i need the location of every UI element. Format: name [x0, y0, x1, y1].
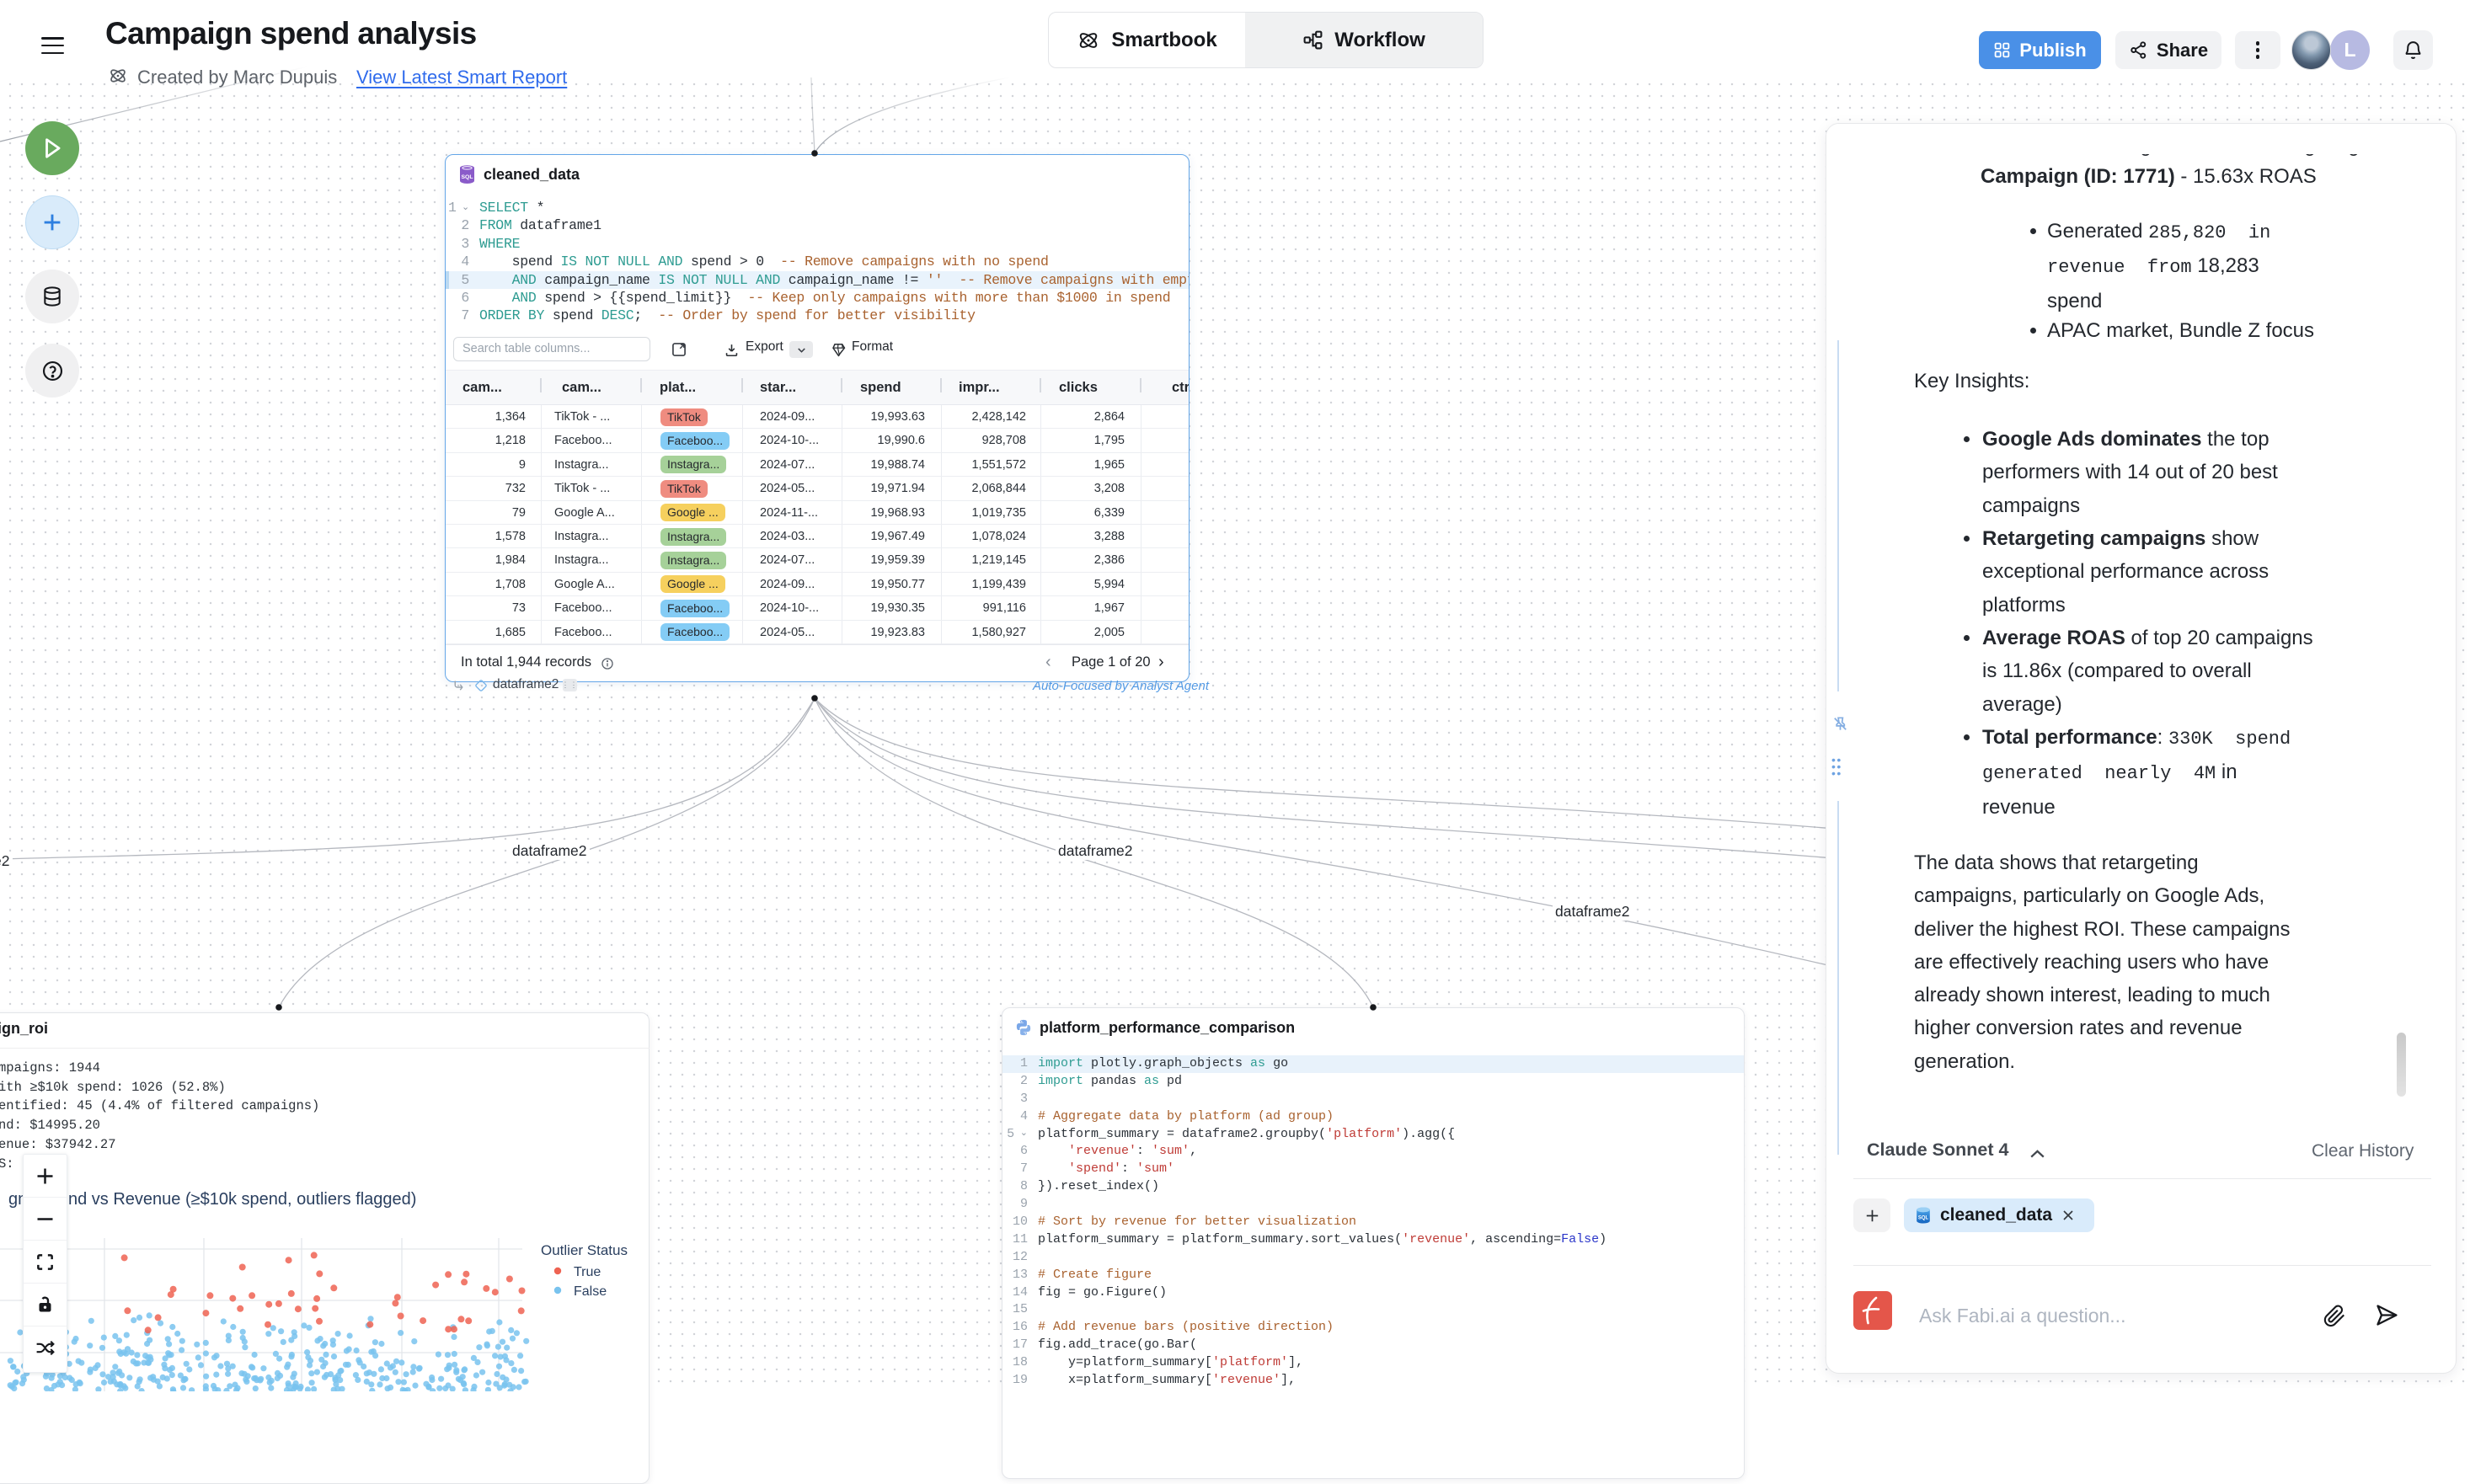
svg-text:SQL: SQL — [462, 174, 473, 180]
svg-text:SQL: SQL — [1918, 1216, 1929, 1221]
svg-text:False: False — [574, 1284, 607, 1299]
svg-text:True: True — [574, 1265, 601, 1279]
svg-text:Outlier Status: Outlier Status — [541, 1242, 628, 1258]
